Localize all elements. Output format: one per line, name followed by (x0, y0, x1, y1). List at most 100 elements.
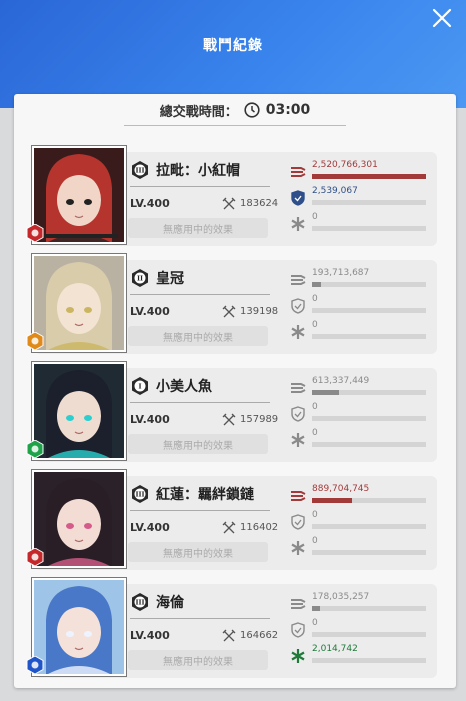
shield-bar (312, 308, 426, 313)
character-name: 皇冠 (156, 271, 184, 287)
total-time-value: 03:00 (265, 102, 311, 118)
heal-stat: 2,014,742 (290, 644, 440, 668)
damage-stat: 2,520,766,301 (290, 160, 440, 184)
effect-status: 無應用中的效果 (128, 434, 268, 454)
character-name: 海倫 (156, 595, 184, 611)
heal-icon (291, 217, 305, 231)
heal-stat: 0 (290, 536, 440, 560)
divider (130, 618, 270, 619)
portrait-image (34, 256, 124, 350)
divider (130, 186, 270, 187)
character-portrait (32, 146, 126, 244)
swords-icon (222, 413, 236, 426)
heal-value: 2,014,742 (312, 644, 358, 654)
character-card[interactable]: III 拉毗：小紅帽 LV.400 183624 無應用中的效果 2,520,7… (26, 146, 440, 246)
burst-level-icon: III (132, 485, 148, 503)
heal-stat: 0 (290, 428, 440, 452)
character-portrait (32, 362, 126, 460)
shield-value: 0 (312, 402, 318, 412)
heal-bar (312, 658, 426, 663)
swords-icon (222, 521, 236, 534)
combat-power: 139198 (240, 306, 279, 317)
combat-power: 157989 (240, 414, 279, 425)
shield-stat: 0 (290, 510, 440, 534)
element-icon (26, 224, 44, 242)
damage-icon (291, 491, 306, 501)
heal-icon (291, 325, 305, 339)
shield-icon (291, 298, 305, 314)
character-card[interactable]: III 海倫 LV.400 164662 無應用中的效果 178,035,257 (26, 578, 440, 678)
effect-status: 無應用中的效果 (128, 650, 268, 670)
damage-bar (312, 498, 426, 503)
character-level: LV.400 (130, 413, 170, 426)
name-row: III 紅蓮：羈絆鎖鏈 (130, 484, 280, 504)
character-card[interactable]: II 皇冠 LV.400 139198 無應用中的效果 193,713,687 (26, 254, 440, 354)
shield-stat: 0 (290, 294, 440, 318)
damage-bar-fill (312, 606, 320, 611)
divider (124, 125, 346, 126)
shield-stat: 0 (290, 618, 440, 642)
heal-icon (291, 649, 305, 663)
heal-bar (312, 334, 426, 339)
character-portrait (32, 578, 126, 676)
character-card[interactable]: I 小美人魚 LV.400 157989 無應用中的效果 613,337,449 (26, 362, 440, 462)
shield-bar (312, 200, 426, 205)
character-card[interactable]: III 紅蓮：羈絆鎖鏈 LV.400 116402 無應用中的效果 889,70… (26, 470, 440, 570)
name-row: I 小美人魚 (130, 376, 280, 396)
shield-value: 0 (312, 618, 318, 628)
heal-bar (312, 226, 426, 231)
heal-bar (312, 442, 426, 447)
damage-value: 2,520,766,301 (312, 160, 378, 170)
divider (130, 510, 270, 511)
heal-value: 0 (312, 320, 318, 330)
shield-icon (291, 514, 305, 530)
shield-stat: 2,539,067 (290, 186, 440, 210)
burst-level-icon: II (132, 269, 148, 287)
swords-icon (222, 629, 236, 642)
character-name: 拉毗：小紅帽 (156, 163, 240, 179)
heal-icon (291, 433, 305, 447)
shield-stat: 0 (290, 402, 440, 426)
shield-icon (291, 190, 305, 206)
effect-status: 無應用中的效果 (128, 218, 268, 238)
character-level: LV.400 (130, 629, 170, 642)
heal-icon (291, 541, 305, 555)
combat-power: 116402 (240, 522, 279, 533)
damage-bar (312, 174, 426, 179)
portrait-image (34, 148, 124, 242)
divider (130, 294, 270, 295)
name-row: III 拉毗：小紅帽 (130, 160, 280, 180)
damage-value: 613,337,449 (312, 376, 370, 386)
damage-stat: 193,713,687 (290, 268, 440, 292)
portrait-image (34, 472, 124, 566)
battle-record-panel: 總交戰時間： 03:00 III 拉毗：小紅帽 LV.400 183624 無應… (14, 94, 456, 688)
character-portrait (32, 470, 126, 568)
effect-status: 無應用中的效果 (128, 542, 268, 562)
damage-stat: 178,035,257 (290, 592, 440, 616)
character-level: LV.400 (130, 197, 170, 210)
damage-icon (291, 167, 306, 177)
shield-value: 0 (312, 294, 318, 304)
shield-bar (312, 524, 426, 529)
portrait-image (34, 580, 124, 674)
element-icon (26, 548, 44, 566)
character-name: 紅蓮：羈絆鎖鏈 (156, 487, 254, 503)
combat-power: 164662 (240, 630, 279, 641)
hp-bar (44, 234, 118, 238)
combat-power: 183624 (240, 198, 279, 209)
page-title: 戰鬥紀錄 (203, 38, 263, 54)
damage-bar-fill (312, 498, 352, 503)
heal-value: 0 (312, 212, 318, 222)
heal-bar (312, 550, 426, 555)
damage-bar (312, 282, 426, 287)
character-name: 小美人魚 (156, 379, 212, 395)
damage-icon (291, 383, 306, 393)
total-time-label: 總交戰時間： (159, 104, 238, 120)
name-row: II 皇冠 (130, 268, 280, 288)
burst-level-text: II (137, 275, 143, 283)
burst-level-icon: III (132, 593, 148, 611)
heal-stat: 0 (290, 212, 440, 236)
damage-icon (291, 275, 306, 285)
close-icon[interactable] (430, 6, 454, 30)
shield-bar (312, 416, 426, 421)
